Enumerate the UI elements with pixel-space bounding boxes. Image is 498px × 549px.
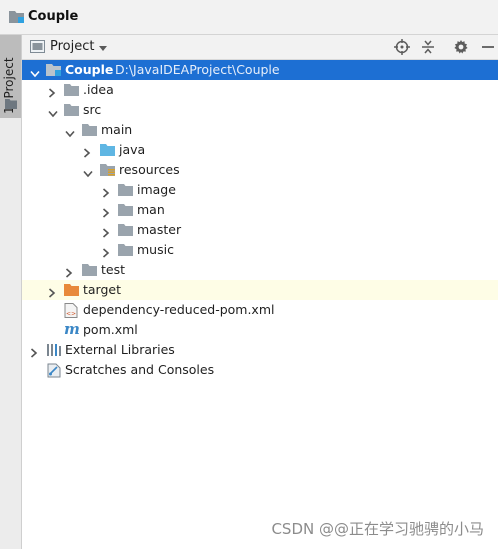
chevron-right-icon[interactable] [48,286,56,301]
chevron-down-icon[interactable] [98,41,108,56]
tree-node-dependency-reduced-pom[interactable]: <> dependency-reduced-pom.xml [22,300,498,320]
chevron-down-icon[interactable] [48,106,58,121]
tool-window-strip: 1: Project [0,35,22,549]
tree-node-external-libraries[interactable]: External Libraries [22,340,498,360]
excluded-folder-icon [64,283,80,300]
folder-icon [82,123,98,140]
folder-icon [118,203,134,220]
node-label: target [83,282,122,297]
node-label: pom.xml [83,322,138,337]
chevron-right-icon[interactable] [83,146,91,161]
node-label: master [137,222,182,237]
node-label: image [137,182,176,197]
chevron-right-icon[interactable] [65,266,73,281]
gear-icon[interactable] [453,39,469,58]
folder-icon [118,243,134,260]
folder-icon [5,97,17,112]
chevron-right-icon[interactable] [102,246,110,261]
project-toolbar: Project [22,35,498,60]
node-label: test [101,262,126,277]
chevron-down-icon[interactable] [83,166,93,181]
tree-node-src[interactable]: src [22,100,498,120]
window-title: Couple [28,9,79,24]
tree-node-music[interactable]: music [22,240,498,260]
tree-node-scratches[interactable]: Scratches and Consoles [22,360,498,380]
project-folder-icon [9,10,25,27]
node-label: music [137,242,174,257]
tree-node-pom[interactable]: m pom.xml [22,320,498,340]
node-label: man [137,202,165,217]
tree-node-test[interactable]: test [22,260,498,280]
module-folder-icon [46,63,62,80]
collapse-all-icon[interactable] [420,39,436,58]
tree-node-resources[interactable]: resources [22,160,498,180]
node-label: resources [119,162,180,177]
node-label: Scratches and Consoles [65,362,215,377]
project-panel: Project Couple D:\JavaIDEAProject\Couple… [22,35,498,549]
node-label: java [119,142,146,157]
chevron-right-icon[interactable] [30,346,38,361]
resources-folder-icon [100,163,116,180]
node-label: .idea [83,82,114,97]
node-label: dependency-reduced-pom.xml [83,302,275,317]
chevron-right-icon[interactable] [102,206,110,221]
chevron-right-icon[interactable] [102,186,110,201]
project-view-icon [30,40,45,56]
project-view-selector[interactable]: Project [50,39,94,54]
node-path: D:\JavaIDEAProject\Couple [115,62,280,77]
node-label: src [83,102,102,117]
folder-icon [64,103,80,120]
tree-node-couple[interactable]: Couple D:\JavaIDEAProject\Couple [22,60,498,80]
maven-file-icon: m [64,320,80,340]
tree-node-main[interactable]: main [22,120,498,140]
svg-text:m: m [64,321,80,337]
folder-icon [82,263,98,280]
chevron-down-icon[interactable] [65,126,75,141]
tree-node-java[interactable]: java [22,140,498,160]
chevron-right-icon[interactable] [48,86,56,101]
scratches-icon [46,363,62,381]
watermark: CSDN @@正在学习驰骋的小马 [271,520,484,538]
locate-target-icon[interactable] [394,39,410,58]
source-folder-icon [100,143,116,160]
title-bar: Couple [0,0,498,35]
node-label: External Libraries [65,342,175,357]
folder-icon [118,183,134,200]
node-label: main [101,122,133,137]
chevron-down-icon[interactable] [30,66,40,81]
hide-panel-icon[interactable] [480,39,496,58]
tree-node-image[interactable]: image [22,180,498,200]
chevron-right-icon[interactable] [102,226,110,241]
svg-text:<>: <> [66,311,76,318]
tree-node-man[interactable]: man [22,200,498,220]
folder-icon [118,223,134,240]
library-icon [46,343,62,360]
tree-node-master[interactable]: master [22,220,498,240]
xml-file-icon: <> [64,303,78,321]
project-tool-window-tab[interactable]: 1: Project [0,35,21,118]
node-label: Couple [65,62,114,77]
tree-node-idea[interactable]: .idea [22,80,498,100]
folder-icon [64,83,80,100]
tree-node-target[interactable]: target [22,280,498,300]
